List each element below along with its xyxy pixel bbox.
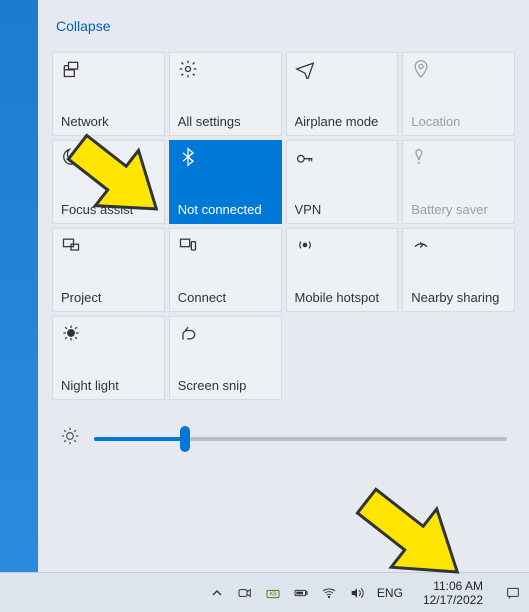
tile-snip[interactable]: Screen snip: [169, 316, 282, 400]
project-icon: [61, 235, 156, 257]
taskbar: KB ENG 11:06 AM 12/17/2022: [0, 572, 529, 612]
tile-label: Nearby sharing: [411, 290, 506, 305]
wifi-icon[interactable]: [321, 585, 337, 601]
quick-actions-grid: Network All settings Airplane mode Location…: [52, 52, 515, 400]
battery-icon[interactable]: [293, 585, 309, 601]
tile-nearby[interactable]: Nearby sharing: [402, 228, 515, 312]
tile-label: Focus assist: [61, 202, 156, 217]
tile-vpn[interactable]: VPN: [286, 140, 399, 224]
hotspot-icon: [295, 235, 390, 257]
tile-label: Not connected: [178, 202, 273, 217]
tile-label: All settings: [178, 114, 273, 129]
tile-connect[interactable]: Connect: [169, 228, 282, 312]
action-center-panel: Collapse Network All settings Airplane mod…: [38, 0, 529, 572]
tile-label: Connect: [178, 290, 273, 305]
tile-location[interactable]: Location: [402, 52, 515, 136]
tile-network[interactable]: Network: [52, 52, 165, 136]
notifications-icon[interactable]: [505, 585, 521, 601]
tile-bluetooth[interactable]: Not connected: [169, 140, 282, 224]
airplane-icon: [295, 59, 390, 81]
nearby-icon: [411, 235, 506, 257]
tile-label: Screen snip: [178, 378, 273, 393]
tile-label: Night light: [61, 378, 156, 393]
network-icon: [61, 59, 156, 81]
tile-label: Network: [61, 114, 156, 129]
bluetooth-icon: [178, 147, 273, 169]
tile-project[interactable]: Project: [52, 228, 165, 312]
tile-airplane[interactable]: Airplane mode: [286, 52, 399, 136]
system-tray: KB ENG 11:06 AM 12/17/2022: [209, 579, 521, 607]
volume-icon[interactable]: [349, 585, 365, 601]
nightlight-icon: [61, 323, 156, 345]
tile-label: Mobile hotspot: [295, 290, 390, 305]
tile-moon[interactable]: Focus assist: [52, 140, 165, 224]
keyboard-icon[interactable]: KB: [265, 585, 281, 601]
tile-label: Location: [411, 114, 506, 129]
tray-chevron-up-icon[interactable]: [209, 585, 225, 601]
battery-icon: [411, 147, 506, 169]
brightness-icon: [60, 426, 80, 451]
tile-label: Battery saver: [411, 202, 506, 217]
tile-label: Project: [61, 290, 156, 305]
tile-nightlight[interactable]: Night light: [52, 316, 165, 400]
collapse-link[interactable]: Collapse: [56, 18, 515, 34]
settings-icon: [178, 59, 273, 81]
tile-hotspot[interactable]: Mobile hotspot: [286, 228, 399, 312]
brightness-row: [52, 426, 515, 451]
tile-settings[interactable]: All settings: [169, 52, 282, 136]
clock-time: 11:06 AM: [423, 579, 483, 593]
location-icon: [411, 59, 506, 81]
connect-icon: [178, 235, 273, 257]
meet-now-icon[interactable]: [237, 585, 253, 601]
language-indicator[interactable]: ENG: [377, 586, 403, 600]
brightness-slider[interactable]: [94, 437, 507, 441]
snip-icon: [178, 323, 273, 345]
tile-label: VPN: [295, 202, 390, 217]
clock[interactable]: 11:06 AM 12/17/2022: [423, 579, 483, 607]
moon-icon: [61, 147, 156, 169]
vpn-icon: [295, 147, 390, 169]
svg-text:KB: KB: [270, 591, 278, 597]
tile-battery[interactable]: Battery saver: [402, 140, 515, 224]
tile-label: Airplane mode: [295, 114, 390, 129]
clock-date: 12/17/2022: [423, 593, 483, 607]
